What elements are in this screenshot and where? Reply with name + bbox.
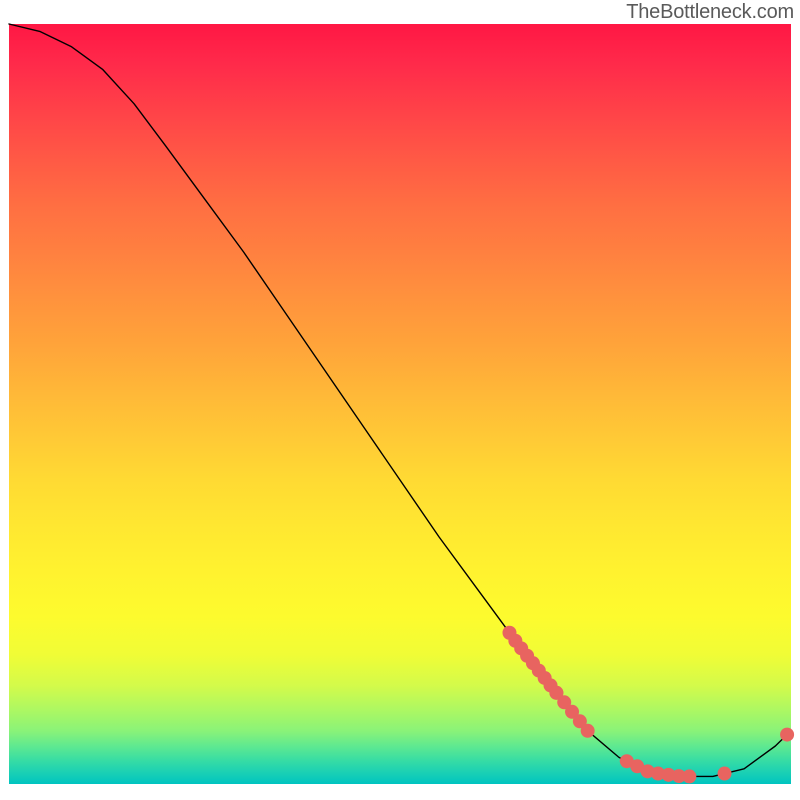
data-marker	[718, 767, 732, 781]
watermark-text: TheBottleneck.com	[626, 1, 794, 24]
bottleneck-curve	[9, 24, 791, 776]
chart-overlay-svg	[9, 24, 791, 784]
data-marker	[581, 724, 595, 738]
bottleneck-chart: TheBottleneck.com	[0, 0, 800, 800]
data-marker	[780, 728, 794, 742]
data-marker	[682, 769, 696, 783]
data-markers-group	[502, 626, 794, 784]
